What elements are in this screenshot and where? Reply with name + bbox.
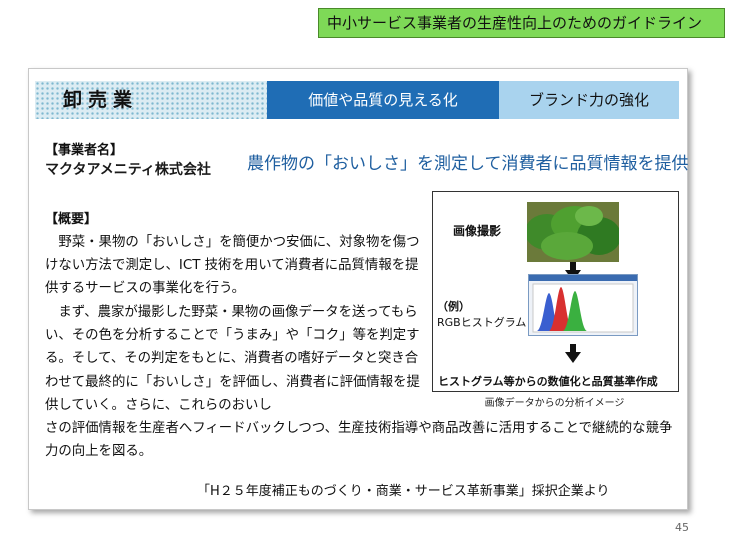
down-arrow-icon-2 [565,344,581,363]
rgb-histogram-label: RGBヒストグラム [437,316,527,329]
company-label: 【事業者名】 [45,143,124,158]
example-label: （例） [437,300,470,313]
rgb-histogram-chart [528,274,638,336]
guideline-title: 中小サービス事業者の生産性向上のためのガイドライン [327,14,703,32]
company-name: マクタアメニティ株式会社 [45,162,211,178]
page-number: 45 [675,521,689,534]
case-study-card: 卸売業 価値や品質の見える化 ブランド力の強化 【事業者名】 マクタアメニティ株… [28,68,689,510]
industry-label: 卸売業 [35,81,267,119]
overview-paragraph-1: 野菜・果物の「おいしさ」を簡便かつ安価に、対象物を傷つけない方法で測定し、ICT… [45,235,420,297]
overview-paragraph-2: まず、農家が撮影した野菜・果物の画像データを送ってもらい、その色を分析することで… [45,305,420,413]
analysis-figure: 画像撮影 （例） RGBヒストグラム ヒストグラム等からの数値化と品質基準作成 [432,191,679,392]
category-brand-strengthening: ブランド力の強化 [499,81,679,119]
figure-caption: 画像データからの分析イメージ [484,398,625,409]
vegetable-photo [527,202,619,262]
category-value-visualization: 価値や品質の見える化 [267,81,499,119]
overview-paragraph-3: さの評価情報を生産者へフィードバックしつつ、生産技術指導や商品改善に活用すること… [45,421,673,460]
case-headline: 農作物の「おいしさ」を測定して消費者に品質情報を提供 [247,154,689,174]
image-capture-label: 画像撮影 [453,224,502,238]
overview-label: 【概要】 [45,212,98,227]
source-note: 「H２５年度補正ものづくり・商業・サービス革新事業」採択企業より [197,484,610,499]
histogram-quantification-label: ヒストグラム等からの数値化と品質基準作成 [438,375,658,388]
guideline-title-banner: 中小サービス事業者の生産性向上のためのガイドライン [318,8,725,38]
card-header: 卸売業 価値や品質の見える化 ブランド力の強化 [35,81,679,119]
